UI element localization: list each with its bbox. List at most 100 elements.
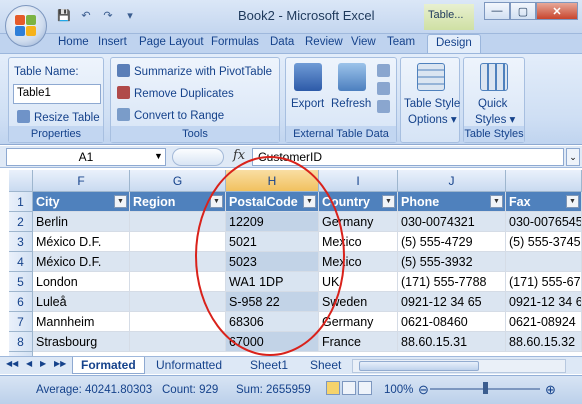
column-header-h[interactable]: H (226, 170, 319, 192)
table-cell[interactable]: Strasbourg (33, 332, 130, 352)
row-header[interactable]: 7 (9, 312, 33, 332)
table-cell[interactable]: 0621-08924 (506, 312, 582, 332)
table-cell[interactable]: WA1 1DP (226, 272, 319, 292)
filter-dropdown-icon[interactable]: ▼ (303, 195, 316, 208)
table-cell[interactable] (506, 252, 582, 272)
tab-formulas[interactable]: Formulas (211, 36, 259, 48)
tab-page-layout[interactable]: Page Layout (139, 36, 204, 48)
tab-design[interactable]: Design (427, 34, 481, 54)
filter-dropdown-icon[interactable]: ▼ (382, 195, 395, 208)
next-sheet-icon[interactable]: ▶ (40, 359, 46, 368)
normal-view-button[interactable] (326, 381, 340, 395)
table-cell[interactable]: 0921-12 34 65 (398, 292, 506, 312)
export-button[interactable]: Export (291, 98, 324, 110)
zoom-level[interactable]: 100% (384, 384, 413, 396)
quick-styles-label1[interactable]: Quick (478, 98, 507, 110)
table-header-cell[interactable]: Region ▼ (130, 192, 226, 212)
properties-small-icon[interactable] (377, 64, 390, 77)
column-header-i[interactable]: I (319, 170, 398, 192)
insert-function-icon[interactable]: fx (233, 148, 245, 163)
row-header[interactable]: 5 (9, 272, 33, 292)
table-cell[interactable]: 67000 (226, 332, 319, 352)
row-header[interactable]: 6 (9, 292, 33, 312)
column-header-f[interactable]: F (33, 170, 130, 192)
table-cell[interactable]: Luleå (33, 292, 130, 312)
table-cell[interactable] (130, 312, 226, 332)
export-icon[interactable] (294, 63, 322, 91)
select-all-corner[interactable] (9, 170, 33, 192)
table-cell[interactable]: Germany (319, 212, 398, 232)
table-header-cell[interactable]: PostalCode ▼ (226, 192, 319, 212)
open-browser-icon[interactable] (377, 82, 390, 95)
table-header-cell[interactable]: Country ▼ (319, 192, 398, 212)
tab-insert[interactable]: Insert (98, 36, 127, 48)
table-cell[interactable]: (171) 555-7788 (398, 272, 506, 292)
formula-input[interactable]: CustomerID (252, 148, 564, 166)
table-cell[interactable]: 12209 (226, 212, 319, 232)
table-cell[interactable] (130, 252, 226, 272)
table-cell[interactable]: 030-0076545 (506, 212, 582, 232)
refresh-button[interactable]: Refresh (331, 98, 371, 110)
table-cell[interactable]: Mexico (319, 252, 398, 272)
tab-view[interactable]: View (351, 36, 376, 48)
table-cell[interactable]: 68306 (226, 312, 319, 332)
table-cell[interactable]: 030-0074321 (398, 212, 506, 232)
scroll-thumb[interactable] (359, 361, 479, 371)
table-cell[interactable]: (5) 555-4729 (398, 232, 506, 252)
table-cell[interactable]: Mannheim (33, 312, 130, 332)
sheet-tab-formated[interactable]: Formated (72, 357, 145, 374)
filter-dropdown-icon[interactable]: ▼ (490, 195, 503, 208)
save-icon[interactable]: 💾 (55, 6, 73, 24)
table-cell[interactable]: 88.60.15.31 (398, 332, 506, 352)
table-cell[interactable]: 5021 (226, 232, 319, 252)
table-cell[interactable]: 0621-08460 (398, 312, 506, 332)
tab-team[interactable]: Team (387, 36, 415, 48)
row-header[interactable]: 4 (9, 252, 33, 272)
table-cell[interactable] (130, 212, 226, 232)
table-cell[interactable]: México D.F. (33, 252, 130, 272)
table-cell[interactable]: México D.F. (33, 232, 130, 252)
table-style-options-icon[interactable] (417, 63, 445, 91)
filter-dropdown-icon[interactable]: ▼ (114, 195, 127, 208)
page-layout-view-button[interactable] (342, 381, 356, 395)
remove-duplicates-button[interactable]: Remove Duplicates (117, 86, 234, 100)
table-cell[interactable]: 0921-12 34 67 (506, 292, 582, 312)
summarize-pivot-button[interactable]: Summarize with PivotTable (117, 64, 272, 78)
quick-styles-label2[interactable]: Styles ▾ (475, 112, 515, 126)
table-cell[interactable]: Mexico (319, 232, 398, 252)
table-cell[interactable]: 5023 (226, 252, 319, 272)
redo-icon[interactable]: ↷ (99, 6, 117, 24)
tab-review[interactable]: Review (305, 36, 343, 48)
quick-styles-icon[interactable] (480, 63, 508, 91)
table-cell[interactable]: UK (319, 272, 398, 292)
table-style-options-label1[interactable]: Table Style (404, 98, 460, 110)
refresh-icon[interactable] (338, 63, 366, 91)
prev-sheet-icon[interactable]: ◀ (26, 359, 32, 368)
table-cell[interactable]: (171) 555-6750 (506, 272, 582, 292)
table-cell[interactable]: S-958 22 (226, 292, 319, 312)
table-name-input[interactable]: Table1 (13, 84, 101, 104)
table-cell[interactable] (130, 332, 226, 352)
table-cell[interactable] (130, 292, 226, 312)
table-header-cell[interactable]: Phone ▼ (398, 192, 506, 212)
zoom-in-icon[interactable]: ⊕ (545, 382, 556, 398)
table-cell[interactable]: (5) 555-3932 (398, 252, 506, 272)
name-box[interactable]: A1 (6, 148, 166, 166)
last-sheet-icon[interactable]: ▶▶ (54, 359, 66, 368)
table-cell[interactable]: Berlin (33, 212, 130, 232)
minimize-button[interactable]: — (484, 2, 510, 20)
filter-dropdown-icon[interactable]: ▼ (566, 195, 579, 208)
table-style-options-label2[interactable]: Options ▾ (408, 112, 457, 126)
first-sheet-icon[interactable]: ◀◀ (6, 359, 18, 368)
tab-home[interactable]: Home (58, 36, 89, 48)
column-header-j[interactable]: J (398, 170, 506, 192)
close-button[interactable]: ✕ (536, 2, 578, 20)
office-button[interactable] (5, 5, 47, 47)
sheet-tab-sheet1[interactable]: Sheet1 (242, 357, 296, 374)
table-cell[interactable]: France (319, 332, 398, 352)
table-header-cell[interactable]: Fax ▼ (506, 192, 582, 212)
table-cell[interactable]: London (33, 272, 130, 292)
unlink-icon[interactable] (377, 100, 390, 113)
resize-table-button[interactable]: Resize Table (17, 110, 100, 124)
zoom-slider-thumb[interactable] (483, 382, 488, 394)
